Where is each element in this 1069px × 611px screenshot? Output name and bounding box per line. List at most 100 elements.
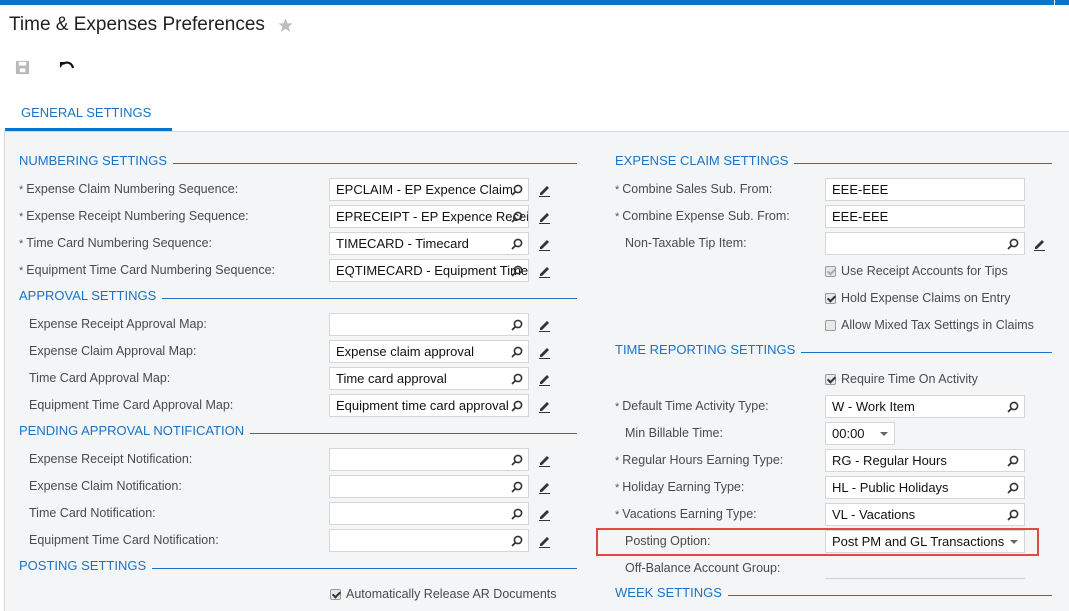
search-icon[interactable] xyxy=(511,184,523,196)
section-divider xyxy=(801,352,1052,353)
required-marker: * xyxy=(615,211,620,223)
field-value: RG - Regular Hours xyxy=(832,453,947,468)
section-time-reporting-settings: TIME REPORTING SETTINGS xyxy=(615,342,1052,357)
section-title: NUMBERING SETTINGS xyxy=(19,153,168,168)
section-divider xyxy=(250,433,577,434)
approval-row-input[interactable]: Equipment time card approval xyxy=(329,394,529,417)
numbering-row-input[interactable]: TIMECARD - Timecard xyxy=(329,232,529,255)
label-text: Time Card Notification: xyxy=(29,506,156,520)
pending-row-label: Expense Receipt Notification: xyxy=(29,452,192,466)
search-icon[interactable] xyxy=(1007,509,1019,521)
checkbox-box[interactable] xyxy=(330,588,341,600)
label-text: Equipment Time Card Approval Map: xyxy=(29,398,234,412)
off-balance-field[interactable] xyxy=(825,578,1025,579)
section-numbering-settings: NUMBERING SETTINGS xyxy=(19,153,577,168)
default-activity-input[interactable]: W - Work Item xyxy=(825,395,1025,418)
numbering-row-input[interactable]: EPRECEIPT - EP Expence Receipt xyxy=(329,205,529,228)
combine-expense-input[interactable]: EEE-EEE xyxy=(825,205,1025,228)
pending-row-input[interactable] xyxy=(329,502,529,525)
search-icon[interactable] xyxy=(1007,482,1019,494)
approval-row-input[interactable]: Time card approval xyxy=(329,367,529,390)
pencil-icon[interactable] xyxy=(538,237,552,251)
search-icon[interactable] xyxy=(511,454,523,466)
pencil-icon[interactable] xyxy=(538,534,552,548)
min-billable-select[interactable]: 00:00 xyxy=(825,422,895,445)
checkbox-box[interactable] xyxy=(825,292,836,304)
label-text: Vacations Earning Type: xyxy=(622,507,757,521)
section-posting-settings: POSTING SETTINGS xyxy=(19,558,577,573)
numbering-row-input[interactable]: EQTIMECARD - Equipment Timecard xyxy=(329,259,529,282)
section-divider xyxy=(152,568,577,569)
undo-button[interactable] xyxy=(58,58,76,76)
approval-row-label: Expense Claim Approval Map: xyxy=(29,344,196,358)
search-icon[interactable] xyxy=(511,400,523,412)
search-icon[interactable] xyxy=(511,535,523,547)
pencil-icon[interactable] xyxy=(538,183,552,197)
field-value: Expense claim approval xyxy=(336,344,475,359)
section-title: TIME REPORTING SETTINGS xyxy=(615,342,796,357)
save-button[interactable] xyxy=(13,58,31,76)
search-icon[interactable] xyxy=(1007,401,1019,413)
search-icon[interactable] xyxy=(511,508,523,520)
label-text: Expense Receipt Numbering Sequence: xyxy=(26,209,249,223)
top-bar-divider xyxy=(1054,0,1055,5)
section-title: PENDING APPROVAL NOTIFICATION xyxy=(19,423,245,438)
pencil-icon[interactable] xyxy=(1033,237,1047,251)
pencil-icon[interactable] xyxy=(538,345,552,359)
numbering-row-input[interactable]: EPCLAIM - EP Expence Claim xyxy=(329,178,529,201)
combine-sales-input[interactable]: EEE-EEE xyxy=(825,178,1025,201)
search-icon[interactable] xyxy=(511,238,523,250)
pencil-icon[interactable] xyxy=(538,480,552,494)
pencil-icon[interactable] xyxy=(538,453,552,467)
checkbox-box[interactable] xyxy=(825,319,836,331)
star-icon[interactable] xyxy=(277,17,294,34)
top-accent-bar xyxy=(0,0,1069,5)
field-value: EPCLAIM - EP Expence Claim xyxy=(336,182,513,197)
checkbox-label: Use Receipt Accounts for Tips xyxy=(841,264,1008,278)
search-icon[interactable] xyxy=(511,346,523,358)
holiday-earning-input[interactable]: HL - Public Holidays xyxy=(825,476,1025,499)
search-icon[interactable] xyxy=(511,319,523,331)
approval-row-input[interactable] xyxy=(329,313,529,336)
search-icon[interactable] xyxy=(511,373,523,385)
checkbox-box[interactable] xyxy=(825,373,836,385)
pending-row-input[interactable] xyxy=(329,529,529,552)
pencil-icon[interactable] xyxy=(538,399,552,413)
field-value: TIMECARD - Timecard xyxy=(336,236,469,251)
pending-row-label: Time Card Notification: xyxy=(29,506,156,520)
tip-item-input[interactable] xyxy=(825,232,1025,255)
checkbox-box[interactable] xyxy=(825,265,836,277)
allow-mixed-tax-checkbox[interactable]: Allow Mixed Tax Settings in Claims xyxy=(825,318,1034,332)
vacations-earning-input[interactable]: VL - Vacations xyxy=(825,503,1025,526)
auto-release-ar-checkbox[interactable]: Automatically Release AR Documents xyxy=(330,587,557,601)
page-title: Time & Expenses Preferences xyxy=(9,14,265,35)
hold-expense-claims-checkbox[interactable]: Hold Expense Claims on Entry xyxy=(825,291,1011,305)
field-value: EPRECEIPT - EP Expence Receipt xyxy=(336,209,529,224)
search-icon[interactable] xyxy=(511,265,523,277)
checkbox-label: Allow Mixed Tax Settings in Claims xyxy=(841,318,1034,332)
toolbar xyxy=(13,58,76,76)
pending-row-input[interactable] xyxy=(329,448,529,471)
search-icon[interactable] xyxy=(511,211,523,223)
section-pending-approval-notification: PENDING APPROVAL NOTIFICATION xyxy=(19,423,577,438)
pencil-icon[interactable] xyxy=(538,210,552,224)
pencil-icon[interactable] xyxy=(538,318,552,332)
search-icon[interactable] xyxy=(511,481,523,493)
approval-row-input[interactable]: Expense claim approval xyxy=(329,340,529,363)
use-receipt-accounts-checkbox[interactable]: Use Receipt Accounts for Tips xyxy=(825,264,1008,278)
search-icon[interactable] xyxy=(1007,455,1019,467)
section-expense-claim-settings: EXPENSE CLAIM SETTINGS xyxy=(615,153,1052,168)
pencil-icon[interactable] xyxy=(538,507,552,521)
require-time-on-activity-checkbox[interactable]: Require Time On Activity xyxy=(825,372,978,386)
required-marker: * xyxy=(615,455,620,467)
tab-general-settings[interactable]: GENERAL SETTINGS xyxy=(5,99,172,131)
dropdown-arrow-icon[interactable] xyxy=(880,432,888,436)
label-text: Expense Claim Approval Map: xyxy=(29,344,197,358)
pending-row-input[interactable] xyxy=(329,475,529,498)
regular-hours-input[interactable]: RG - Regular Hours xyxy=(825,449,1025,472)
pencil-icon[interactable] xyxy=(538,264,552,278)
section-title: EXPENSE CLAIM SETTINGS xyxy=(615,153,789,168)
search-icon[interactable] xyxy=(1007,238,1019,250)
checkbox-label: Hold Expense Claims on Entry xyxy=(841,291,1011,305)
pencil-icon[interactable] xyxy=(538,372,552,386)
